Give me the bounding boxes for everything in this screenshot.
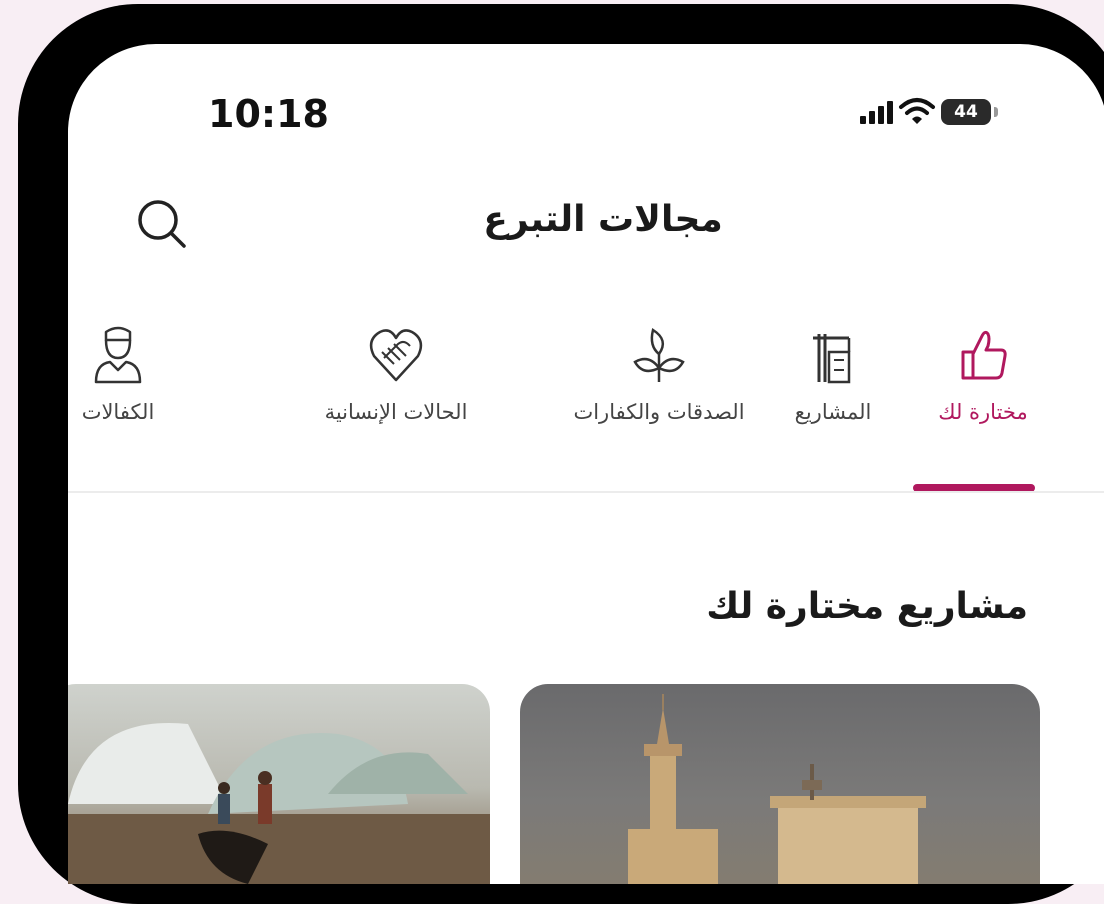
construction-crane-icon (813, 334, 851, 384)
thumbs-up-icon (961, 330, 1007, 380)
phone-frame: 10:18 44 مجالات التبرع مختارة لك المشاري… (18, 4, 1104, 904)
page-title: مجالات التبرع (483, 199, 723, 240)
project-card[interactable] (520, 684, 1040, 884)
project-card[interactable] (68, 684, 490, 884)
refugee-tents-image (68, 723, 490, 884)
tab-divider (68, 491, 1104, 493)
handshake-heart-icon (369, 329, 423, 382)
signal-icon (860, 101, 893, 124)
status-time: 10:18 (208, 92, 329, 136)
tab-label: الكفالات (81, 400, 155, 424)
tab-label: مختارة لك (938, 400, 1028, 424)
tab-humanitarian-cases[interactable]: الحالات الإنسانية (298, 324, 494, 484)
tab-selected-for-you[interactable]: مختارة لك (918, 324, 1048, 484)
tab-charity-expiations[interactable]: الصدقات والكفارات (568, 324, 750, 484)
status-icons: 44 (786, 94, 1006, 130)
tab-projects[interactable]: المشاريع (773, 324, 893, 484)
battery-indicator: 44 (941, 99, 998, 125)
tab-sponsorships[interactable]: الكفالات (68, 324, 178, 484)
tab-label: الحالات الإنسانية (324, 400, 468, 424)
person-icon (94, 326, 142, 384)
mosque-image (628, 694, 926, 884)
category-tabs: مختارة لك المشاريع الصدقات والكفارات الح… (68, 324, 1104, 484)
wifi-icon (899, 98, 935, 124)
tab-label: الصدقات والكفارات (573, 400, 745, 424)
tab-label: المشاريع (794, 400, 872, 424)
sprout-icon (633, 328, 685, 382)
app-screen: 10:18 44 مجالات التبرع مختارة لك المشاري… (68, 44, 1104, 884)
section-title: مشاريع مختارة لك (706, 586, 1028, 627)
